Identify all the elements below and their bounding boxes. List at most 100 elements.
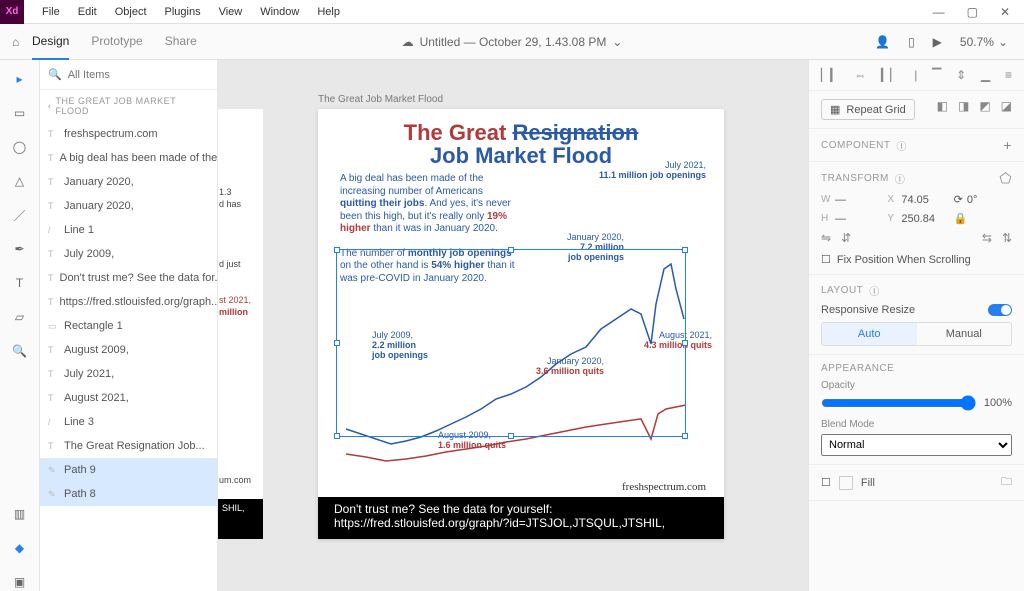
minimize-icon[interactable]: — [933,5,945,19]
layers-icon[interactable]: ◆ [11,539,29,557]
chart-paragraph-1: A big deal has been made of the increasi… [318,167,543,236]
folder-icon[interactable]: 🗀 [1001,473,1012,492]
layer-item[interactable]: /Line 3 [40,410,217,434]
layer-item[interactable]: TJanuary 2020, [40,194,217,218]
opacity-slider[interactable] [821,395,976,411]
layer-item[interactable]: TThe Great Resignation Job... [40,434,217,458]
artboard[interactable]: The Great Resignation Job Market Flood A… [318,109,724,539]
selection-box[interactable] [336,249,686,437]
x-field[interactable]: 74.05 [901,194,929,206]
menu-edit[interactable]: Edit [78,6,97,18]
flip-v2-icon[interactable]: ⇅ [1002,231,1012,245]
text-tool-icon[interactable]: T [11,274,29,292]
rotation-field[interactable]: 0° [967,194,978,206]
mobile-preview-icon[interactable]: ▯ [908,35,915,49]
layout-mode-segment[interactable]: Auto Manual [821,322,1012,346]
layer-item[interactable]: ✎Path 8 [40,482,217,506]
info-icon[interactable]: ⓘ [895,171,906,186]
breadcrumb[interactable]: ‹ THE GREAT JOB MARKET FLOOD [40,90,217,122]
3d-icon[interactable]: ⬠ [999,170,1012,187]
align-icons: ▏▎ ⇔ ▎▏ | ▔ ⇕ ▁ ≡ [821,68,1012,82]
artboard-tool-icon[interactable]: ▱ [11,308,29,326]
align-top-icon[interactable]: ▔ [932,68,941,82]
layer-item[interactable]: ▭ Rectangle 1 [40,314,217,338]
canvas[interactable]: 1.3 d has d just st 2021, million um.com… [218,60,808,591]
layer-label: Rectangle 1 [64,320,123,332]
layer-item[interactable]: ✎Path 9 [40,458,217,482]
info-icon[interactable]: ⓘ [869,283,880,298]
info-icon[interactable]: ⓘ [897,138,908,153]
menu-object[interactable]: Object [115,6,147,18]
auto-option[interactable]: Auto [822,323,917,345]
menu-plugins[interactable]: Plugins [165,6,201,18]
layer-type-icon: ▭ [48,321,58,332]
flip-h2-icon[interactable]: ⇆ [982,231,992,245]
path-intersect-icon[interactable]: ◩ [979,99,990,113]
play-icon[interactable]: ▶ [933,35,942,49]
layer-item[interactable]: Tfreshspectrum.com [40,122,217,146]
line-tool-icon[interactable]: ／ [11,206,29,224]
path-subtract-icon[interactable]: ◨ [958,99,969,113]
ellipse-tool-icon[interactable]: ◯ [11,138,29,156]
layer-item[interactable]: TAugust 2009, [40,338,217,362]
layer-item[interactable]: TDon't trust me? See the data for... [40,266,217,290]
fill-swatch[interactable] [839,476,853,490]
repeat-grid-button[interactable]: ▦ Repeat Grid [821,99,915,120]
layer-item[interactable]: TJuly 2009, [40,242,217,266]
layers-search[interactable]: 🔍 ⌄ [40,60,217,90]
layer-item[interactable]: Thttps://fred.stlouisfed.org/graph... [40,290,217,314]
blend-mode-select[interactable]: Normal [821,434,1012,456]
menu-window[interactable]: Window [260,6,299,18]
layer-item[interactable]: /Line 1 [40,218,217,242]
align-bottom-icon[interactable]: ▁ [981,68,990,82]
opacity-value[interactable]: 100% [984,397,1012,409]
chevron-down-icon[interactable]: ⌄ [612,35,622,49]
responsive-toggle[interactable] [988,304,1012,316]
rectangle-tool-icon[interactable]: ▭ [11,104,29,122]
artboard-label[interactable]: The Great Job Market Flood [318,94,443,105]
path-exclude-icon[interactable]: ◪ [1001,99,1012,113]
select-tool-icon[interactable]: ▸ [11,70,29,88]
flip-h-icon[interactable]: ⇋ [821,231,831,245]
close-icon[interactable]: ✕ [1000,5,1010,19]
layer-item[interactable]: TJuly 2021, [40,362,217,386]
checkbox-icon[interactable]: ☐ [821,253,831,266]
tab-design[interactable]: Design [32,24,69,60]
document-title[interactable]: ☁ Untitled — October 29, 1.43.08 PM ⌄ [402,35,623,49]
align-left-icon[interactable]: ▏▎ [821,68,839,82]
pen-tool-icon[interactable]: ✒ [11,240,29,258]
layer-item[interactable]: TJanuary 2020, [40,170,217,194]
fill-checkbox-icon[interactable]: ☐ [821,476,831,489]
assets-icon[interactable]: ▥ [11,505,29,523]
height-field[interactable]: — [835,213,846,225]
component-section: COMPONENT ⓘ + [821,137,1012,153]
profile-icon[interactable]: 👤 [875,35,890,49]
maximize-icon[interactable]: ▢ [967,5,978,19]
polygon-tool-icon[interactable]: △ [11,172,29,190]
distribute-icon[interactable]: ≡ [1005,68,1012,82]
align-center-v-icon[interactable]: ⇕ [956,68,966,82]
add-component-icon[interactable]: + [1003,137,1012,153]
width-field[interactable]: — [835,194,846,206]
tab-share[interactable]: Share [165,24,197,60]
fix-position-row[interactable]: ☐ Fix Position When Scrolling [821,253,1012,266]
align-center-h-icon[interactable]: ⇔ [854,68,866,82]
y-field[interactable]: 250.84 [901,213,935,225]
layer-item[interactable]: TAugust 2021, [40,386,217,410]
align-right-icon[interactable]: ▎▏ [881,68,899,82]
manual-option[interactable]: Manual [917,323,1012,345]
layers-search-input[interactable] [68,69,210,81]
plugins-icon[interactable]: ▣ [11,573,29,591]
zoom-control[interactable]: 50.7% ⌄ [960,35,1008,49]
menu-help[interactable]: Help [317,6,340,18]
layer-item[interactable]: TA big deal has been made of the... [40,146,217,170]
lock-icon[interactable]: 🔒 [954,212,968,225]
home-icon[interactable]: ⌂ [0,35,24,49]
transform-section: TRANSFORM ⓘ ⬠ [821,170,1012,187]
tab-prototype[interactable]: Prototype [91,24,142,60]
menu-view[interactable]: View [219,6,243,18]
zoom-tool-icon[interactable]: 🔍 [11,342,29,360]
menu-file[interactable]: File [42,6,60,18]
path-add-icon[interactable]: ◧ [937,99,948,113]
flip-v-icon[interactable]: ⇵ [841,231,851,245]
